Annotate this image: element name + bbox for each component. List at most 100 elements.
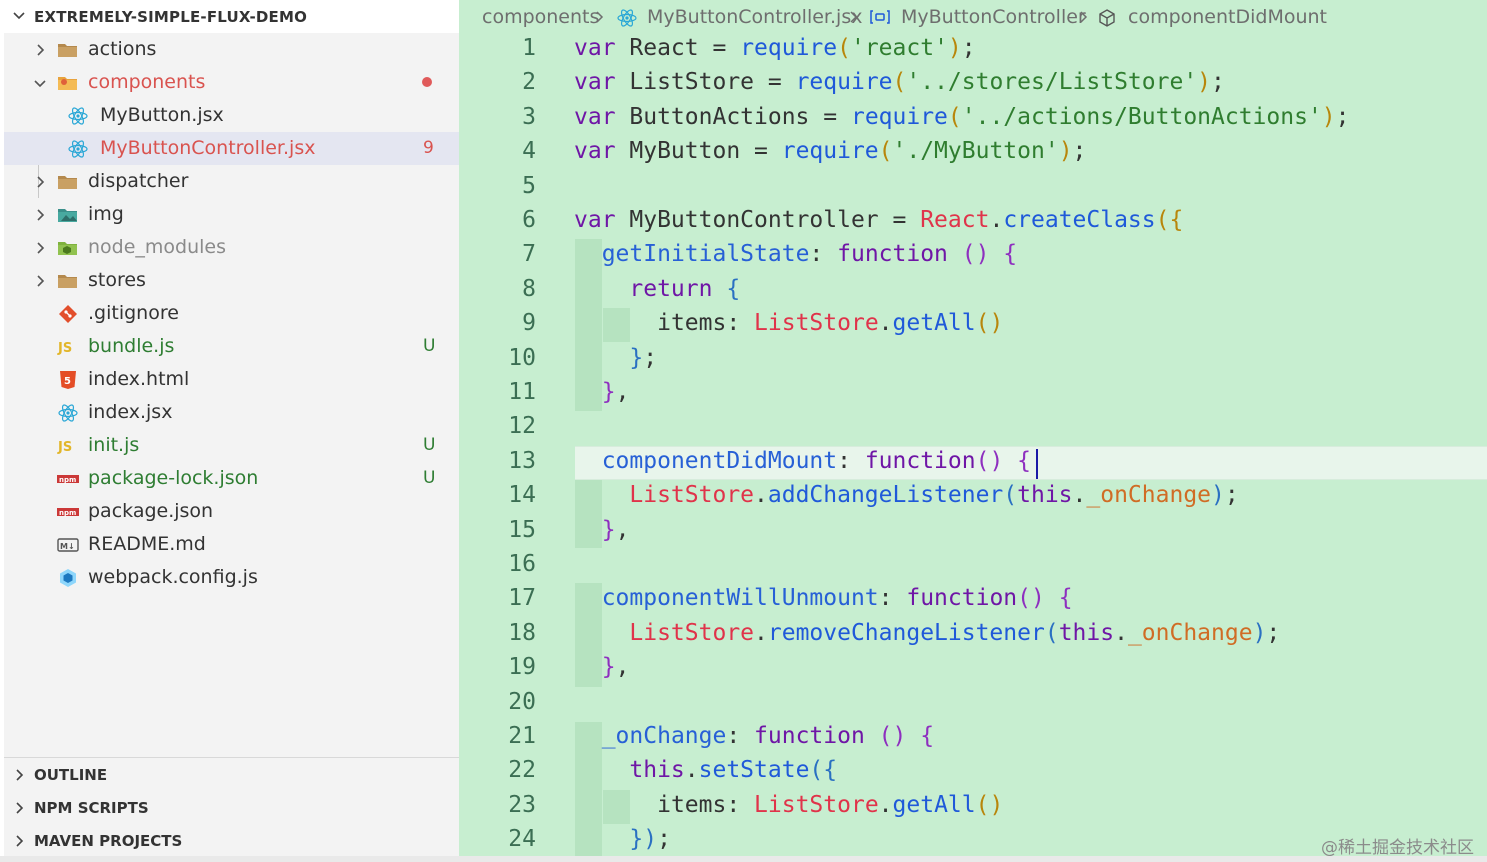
code-token: ) (1197, 69, 1212, 96)
chevron-down-icon[interactable] (33, 76, 47, 90)
line-number: 15 (508, 516, 536, 543)
code-line[interactable]: 20 (459, 687, 1487, 721)
code-line[interactable]: 18 ListStore.removeChangeListener(this._… (459, 618, 1487, 652)
chevron-right-icon[interactable] (33, 208, 47, 222)
code-line[interactable]: 10 }; (459, 343, 1487, 377)
code-token: . (878, 791, 893, 818)
tree-item-dispatcher[interactable]: dispatcher (4, 165, 459, 198)
chevron-right-icon[interactable] (33, 43, 47, 57)
line-text: componentDidMount: function() { (574, 448, 1031, 474)
breadcrumb-folder[interactable]: components (482, 6, 599, 28)
code-line[interactable]: 7 getInitialState: function () { (459, 239, 1487, 273)
line-number: 13 (508, 447, 536, 474)
code-token: } (601, 516, 616, 543)
code-line[interactable]: 12 (459, 411, 1487, 445)
tree-item-stores[interactable]: stores (4, 264, 459, 297)
tree-item-label: MyButton.jsx (100, 104, 224, 126)
code-token: getAll (892, 310, 976, 337)
code-token: return (629, 275, 727, 302)
tree-item-mybuttoncontroller-jsx[interactable]: MyButtonController.jsx 9 (4, 132, 459, 165)
code-token: getAll (892, 791, 976, 818)
code-line[interactable]: 21 _onChange: function () { (459, 721, 1487, 755)
section-maven-projects[interactable]: MAVEN PROJECTS (4, 824, 459, 857)
tree-item-label: stores (88, 269, 146, 291)
breadcrumb-file[interactable]: MyButtonController.jsx (647, 6, 862, 28)
chevron-right-icon[interactable] (33, 274, 47, 288)
code-token: : (837, 447, 865, 474)
line-text: items: ListStore.getAll() (574, 310, 1003, 336)
code-token: () (975, 447, 1018, 474)
code-token: . (754, 482, 768, 509)
tree-item-node-modules[interactable]: node_modules (4, 231, 459, 264)
breadcrumb-method[interactable]: componentDidMount (1128, 6, 1327, 28)
chevron-right-icon[interactable] (33, 241, 47, 255)
code-token: componentDidMount (601, 447, 838, 474)
tree-item-components[interactable]: components (4, 66, 459, 99)
code-line[interactable]: 1 var React = require('react'); (459, 33, 1487, 67)
tree-item-index-jsx[interactable]: index.jsx (4, 396, 459, 429)
code-line[interactable]: 22 this.setState({ (459, 755, 1487, 789)
line-number: 16 (508, 551, 536, 577)
line-number: 6 (522, 207, 536, 233)
code-token: 'react' (850, 35, 948, 61)
tree-item-webpack-config-js[interactable]: webpack.config.js (4, 561, 459, 594)
code-line[interactable]: 4 var MyButton = require('./MyButton'); (459, 136, 1487, 170)
code-line[interactable]: 2 var ListStore = require('../stores/List… (459, 67, 1487, 101)
code-line[interactable]: 16 (459, 549, 1487, 583)
explorer-root-header[interactable]: EXTREMELY-SIMPLE-FLUX-DEMO (4, 0, 459, 33)
code-line[interactable]: 14 ListStore.addChangeListener(this._onC… (459, 480, 1487, 514)
horizontal-scrollbar[interactable] (0, 856, 1487, 862)
tree-item-index-html[interactable]: 5 index.html (4, 363, 459, 396)
code-line[interactable]: 6 var MyButtonController = React.createCl… (459, 205, 1487, 239)
tree-item-package-lock-json[interactable]: npm package-lock.json U (4, 462, 459, 495)
code-line[interactable]: 17 componentWillUnmount: function() { (459, 583, 1487, 617)
code-line[interactable]: 13 componentDidMount: function() { (459, 446, 1487, 480)
code-token: ; (643, 344, 658, 371)
tree-item-package-json[interactable]: npm package.json (4, 495, 459, 528)
breadcrumb-symbol[interactable]: MyButtonController (901, 6, 1086, 28)
tree-item-init-js[interactable]: JS init.js U (4, 429, 459, 462)
code-line[interactable]: 15 }, (459, 515, 1487, 549)
code-token: ListStore (629, 482, 755, 509)
code-editor[interactable]: components MyButtonController.jsx MyButt… (459, 0, 1487, 856)
untracked-badge: U (423, 468, 436, 488)
components-folder-icon (57, 73, 79, 93)
code-token: ( (1003, 482, 1018, 509)
tree-item-bundle-js[interactable]: JS bundle.js U (4, 330, 459, 363)
code-token: ) (1252, 619, 1267, 646)
tree-item-label: MyButtonController.jsx (100, 137, 316, 159)
code-token: _onChange (1086, 482, 1212, 509)
section-outline[interactable]: OUTLINE (4, 758, 459, 791)
tree-item-mybutton-jsx[interactable]: MyButton.jsx (4, 99, 459, 132)
code-token: MyButton (629, 138, 755, 165)
tree-item-actions[interactable]: actions (4, 33, 459, 66)
tree-item-label: bundle.js (88, 335, 175, 357)
code-token: ListStore (629, 69, 768, 96)
section-npm-scripts[interactable]: NPM SCRIPTS (4, 791, 459, 824)
code-token: ListStore (629, 619, 755, 646)
tree-item-gitignore[interactable]: .gitignore (4, 297, 459, 330)
chevron-right-icon[interactable] (33, 175, 47, 189)
code-line[interactable]: 5 (459, 171, 1487, 205)
line-number: 19 (508, 654, 536, 681)
code-token: ; (1224, 482, 1239, 509)
code-line[interactable]: 9 items: ListStore.getAll() (459, 308, 1487, 342)
code-token: ( (947, 103, 962, 130)
code-line[interactable]: 8 return { (459, 274, 1487, 308)
code-token: = (754, 138, 782, 165)
tree-item-readme-md[interactable]: M↓ README.md (4, 528, 459, 561)
svg-text:JS: JS (57, 341, 72, 356)
section-maven-projects-title: MAVEN PROJECTS (34, 832, 183, 850)
code-line[interactable]: 11 }, (459, 377, 1487, 411)
code-line[interactable]: 3 var ButtonActions = require('../actions… (459, 102, 1487, 136)
code-line[interactable]: 23 items: ListStore.getAll() (459, 790, 1487, 824)
line-text: getInitialState: function () { (574, 241, 1017, 267)
code-token: _onChange (1127, 619, 1253, 646)
tree-item-img[interactable]: img (4, 198, 459, 231)
code-line[interactable]: 19 }, (459, 652, 1487, 686)
